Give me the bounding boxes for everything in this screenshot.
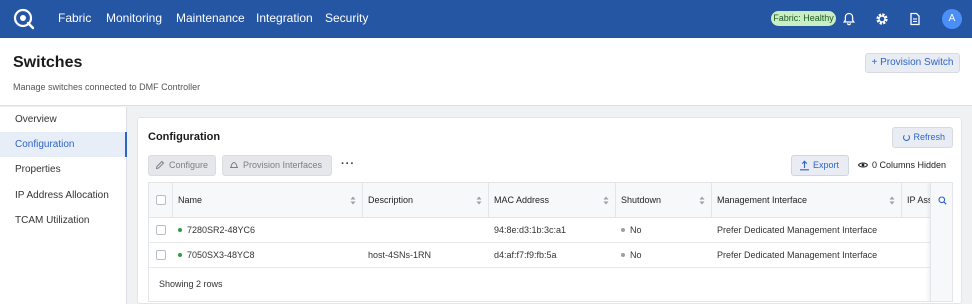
- sort-icon[interactable]: [603, 196, 609, 205]
- row-checkbox[interactable]: [156, 225, 166, 235]
- column-search-panel: [930, 183, 952, 301]
- provision-interfaces-button[interactable]: Provision Interfaces: [222, 155, 332, 176]
- sidebar-item-overview[interactable]: Overview: [0, 107, 127, 132]
- column-header-management-interface[interactable]: Management Interface: [712, 183, 902, 218]
- column-label: IP Ass: [907, 195, 933, 205]
- header-select-cell: [149, 183, 173, 218]
- table-row[interactable]: 7280SR2-48YC6 94:8e:d3:1b:3c:a1 No Prefe…: [149, 218, 952, 243]
- sidebar-item-tcam-utilization[interactable]: TCAM Utilization: [0, 208, 127, 233]
- columns-hidden-label: 0 Columns Hidden: [872, 160, 947, 170]
- column-header-shutdown[interactable]: Shutdown: [616, 183, 712, 218]
- columns-hidden-toggle[interactable]: 0 Columns Hidden: [858, 160, 946, 170]
- sidebar-item-ip-address-allocation[interactable]: IP Address Allocation: [0, 183, 127, 208]
- column-label: Management Interface: [717, 195, 808, 205]
- nav-monitoring[interactable]: Monitoring: [106, 11, 162, 25]
- cell-shutdown: No: [621, 243, 642, 268]
- shutdown-value: No: [630, 250, 642, 260]
- select-all-checkbox[interactable]: [156, 195, 166, 205]
- column-label: MAC Address: [494, 195, 550, 205]
- cell-shutdown: No: [621, 218, 642, 243]
- top-nav-bar: Fabric Monitoring Maintenance Integratio…: [0, 0, 972, 38]
- switch-name: 7050SX3-48YC8: [187, 250, 255, 260]
- column-header-description[interactable]: Description: [363, 183, 489, 218]
- document-icon[interactable]: [907, 11, 923, 27]
- eye-icon: [858, 162, 868, 168]
- bell-icon[interactable]: [841, 11, 857, 27]
- more-actions-button[interactable]: ···: [341, 158, 355, 170]
- row-checkbox[interactable]: [156, 250, 166, 260]
- status-online-icon: [178, 227, 182, 232]
- export-label: Export: [813, 160, 840, 170]
- column-label: Description: [368, 195, 414, 205]
- refresh-spinner-icon: [903, 134, 910, 141]
- cell-description: host-4SNs-1RN: [368, 250, 432, 260]
- shutdown-status-icon: [621, 252, 625, 257]
- sidebar: Overview Configuration Properties IP Add…: [0, 107, 127, 304]
- export-button[interactable]: Export: [791, 155, 849, 176]
- table-header: Name Description MAC Address Shutdown Ma…: [149, 183, 952, 218]
- shutdown-status-icon: [621, 227, 625, 232]
- column-header-mac-address[interactable]: MAC Address: [489, 183, 616, 218]
- pencil-icon: [155, 160, 165, 170]
- provision-interfaces-label: Provision Interfaces: [243, 160, 323, 170]
- configure-button[interactable]: Configure: [148, 155, 216, 176]
- cell-management-interface: Prefer Dedicated Management Interface: [717, 225, 878, 235]
- page-header: Switches Manage switches connected to DM…: [0, 38, 972, 106]
- search-icon[interactable]: [938, 196, 947, 205]
- configuration-card: Configuration Refresh Configure Provisio…: [137, 117, 962, 304]
- cell-mac-address: 94:8e:d3:1b:3c:a1: [494, 225, 567, 235]
- shutdown-value: No: [630, 225, 642, 235]
- fabric-health-badge[interactable]: Fabric: Healthy: [771, 11, 836, 26]
- sort-icon[interactable]: [476, 196, 482, 205]
- column-label: Shutdown: [621, 195, 662, 205]
- switch-name: 7280SR2-48YC6: [187, 225, 256, 235]
- nav-maintenance[interactable]: Maintenance: [176, 11, 245, 25]
- refresh-label: Refresh: [913, 132, 945, 142]
- user-avatar[interactable]: A: [942, 9, 962, 29]
- column-label: Name: [178, 195, 203, 205]
- nav-fabric[interactable]: Fabric: [58, 11, 91, 25]
- page-subtitle: Manage switches connected to DMF Control…: [13, 82, 201, 92]
- provision-switch-button[interactable]: + Provision Switch: [865, 53, 960, 73]
- sidebar-item-configuration[interactable]: Configuration: [0, 132, 127, 157]
- refresh-button[interactable]: Refresh: [892, 127, 953, 148]
- cell-mac-address: d4:af:f7:f9:fb:5a: [494, 250, 557, 260]
- column-header-name[interactable]: Name: [173, 183, 363, 218]
- sidebar-item-properties[interactable]: Properties: [0, 157, 127, 182]
- page-title: Switches: [13, 54, 83, 71]
- status-online-icon: [178, 252, 182, 257]
- nav-security[interactable]: Security: [325, 11, 368, 25]
- nav-integration[interactable]: Integration: [256, 11, 313, 25]
- provision-icon: [230, 161, 238, 168]
- row-count-footer: Showing 2 rows: [159, 279, 223, 289]
- cell-name: 7280SR2-48YC6: [178, 218, 255, 243]
- export-icon: [800, 160, 809, 171]
- cell-name: 7050SX3-48YC8: [178, 243, 255, 268]
- table-row[interactable]: 7050SX3-48YC8 host-4SNs-1RN d4:af:f7:f9:…: [149, 243, 952, 268]
- sort-icon[interactable]: [889, 196, 895, 205]
- switch-table: Name Description MAC Address Shutdown Ma…: [148, 182, 953, 302]
- sort-icon[interactable]: [350, 196, 356, 205]
- sort-icon[interactable]: [699, 196, 705, 205]
- app-logo-icon[interactable]: [13, 8, 35, 30]
- configure-label: Configure: [169, 160, 209, 170]
- gear-icon[interactable]: [874, 11, 890, 27]
- card-title: Configuration: [148, 131, 221, 143]
- cell-management-interface: Prefer Dedicated Management Interface: [717, 250, 878, 260]
